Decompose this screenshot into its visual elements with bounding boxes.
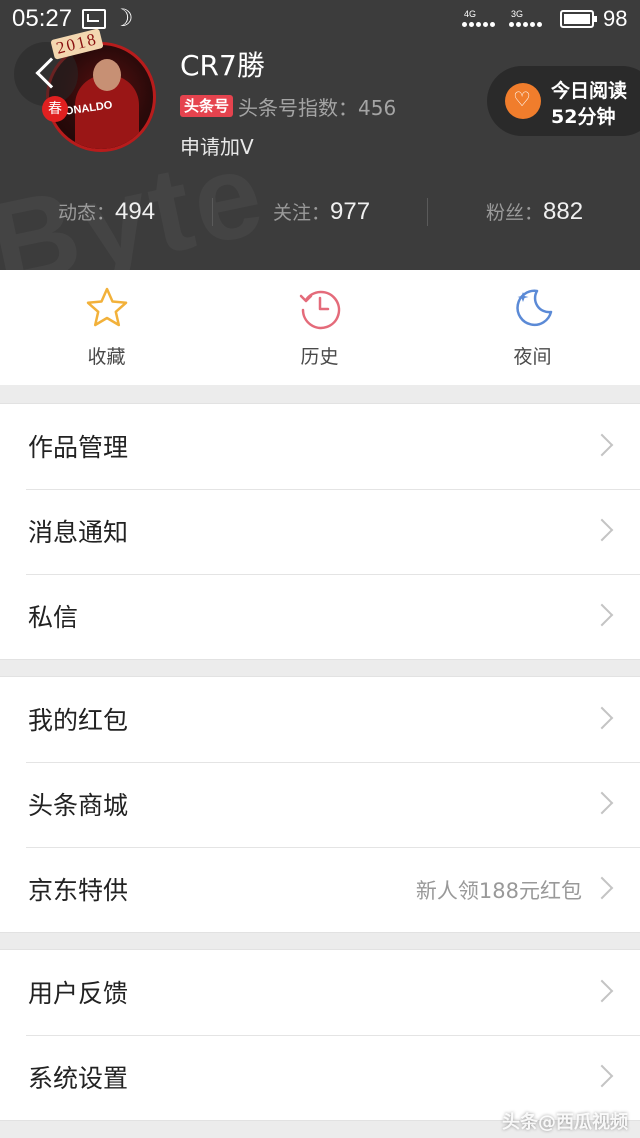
today-reading-card[interactable]: 今日阅读 52分钟 — [487, 66, 640, 136]
menu-item-label: 我的红包 — [28, 706, 129, 735]
toutiao-index: 头条号指数：456 — [238, 96, 397, 120]
apply-verification-link[interactable]: 申请加V — [180, 131, 254, 160]
moon-icon — [516, 289, 553, 327]
profile-stats: 动态：494 关注：977 粉丝：882 — [0, 190, 640, 234]
chevron-right-icon — [590, 433, 614, 457]
chevron-right-icon — [590, 791, 614, 815]
stat-label: 动态： — [58, 202, 116, 224]
stat-following[interactable]: 关注：977 — [273, 190, 370, 234]
star-icon — [86, 287, 128, 327]
menu-item-label: 私信 — [28, 603, 79, 632]
menu-item-label: 用户反馈 — [28, 979, 129, 1008]
reading-heart-book-icon — [505, 83, 541, 119]
chevron-right-icon — [590, 518, 614, 542]
night-mode-label: 夜间 — [513, 346, 552, 368]
battery-icon — [560, 10, 597, 28]
chevron-right-icon — [590, 603, 614, 627]
stat-label: 粉丝： — [486, 202, 544, 224]
avatar-spring-badge: 春 — [42, 96, 68, 122]
chevron-right-icon — [590, 876, 614, 900]
favorites-label: 收藏 — [87, 346, 126, 368]
battery-level: 98 — [603, 6, 628, 31]
favorites-button[interactable]: 收藏 — [0, 270, 213, 385]
menu-group-settings: 用户反馈 系统设置 — [0, 949, 640, 1121]
stat-followers[interactable]: 粉丝：882 — [486, 190, 583, 234]
menu-item-label: 系统设置 — [28, 1064, 129, 1093]
jd-promo-hint: 新人领188元红包 — [415, 879, 582, 903]
quick-actions: 收藏 历史 夜间 — [0, 270, 640, 385]
menu-item-toutiao-mall[interactable]: 头条商城 — [0, 762, 640, 847]
reading-label: 今日阅读 — [551, 80, 628, 102]
avatar-head — [93, 59, 121, 91]
menu-item-label: 作品管理 — [28, 433, 129, 462]
night-mode-button[interactable]: 夜间 — [426, 270, 639, 385]
menu-group-shopping: 我的红包 头条商城 京东特供 新人领188元红包 — [0, 676, 640, 933]
do-not-disturb-moon-icon: ☽ — [112, 4, 134, 32]
chevron-right-icon — [590, 1064, 614, 1088]
history-label: 历史 — [300, 346, 339, 368]
stat-posts[interactable]: 动态：494 — [58, 190, 155, 234]
username: CR7勝 — [180, 49, 265, 82]
profile-header: Byte 05:27 ☽ 4G 3G 98 RONALDO 2018 春 CR7… — [0, 0, 640, 270]
menu-item-feedback[interactable]: 用户反馈 — [0, 950, 640, 1035]
menu-item-private-messages[interactable]: 私信 — [0, 574, 640, 659]
signal-strength-1-icon — [462, 22, 495, 27]
menu-item-notifications[interactable]: 消息通知 — [0, 489, 640, 574]
history-clock-icon — [299, 290, 341, 330]
network-3g-label: 3G — [511, 9, 524, 19]
stat-value: 977 — [330, 198, 371, 225]
back-arrow-icon — [35, 57, 67, 89]
stat-label: 关注： — [273, 202, 331, 224]
image-watermark: 头条@西瓜视频 — [502, 1112, 628, 1133]
chevron-right-icon — [590, 979, 614, 1003]
status-time: 05:27 — [12, 5, 73, 32]
menu-group-content: 作品管理 消息通知 私信 — [0, 403, 640, 660]
stat-divider — [427, 198, 428, 226]
stat-divider — [212, 198, 213, 226]
reading-duration: 52分钟 — [551, 106, 616, 128]
stat-value: 882 — [543, 198, 584, 225]
menu-item-red-packets[interactable]: 我的红包 — [0, 677, 640, 762]
menu-item-works-management[interactable]: 作品管理 — [0, 404, 640, 489]
signal-strength-2-icon — [509, 22, 542, 27]
network-4g-label: 4G — [464, 9, 477, 19]
toutiao-account-badge: 头条号 — [180, 95, 234, 117]
menu-item-label: 京东特供 — [28, 876, 129, 905]
menu-item-label: 头条商城 — [28, 791, 129, 820]
notification-icon — [82, 9, 106, 29]
menu-item-jd-special[interactable]: 京东特供 新人领188元红包 — [0, 847, 640, 932]
chevron-right-icon — [590, 706, 614, 730]
history-button[interactable]: 历史 — [213, 270, 426, 385]
stat-value: 494 — [115, 198, 156, 225]
menu-item-label: 消息通知 — [28, 518, 129, 547]
